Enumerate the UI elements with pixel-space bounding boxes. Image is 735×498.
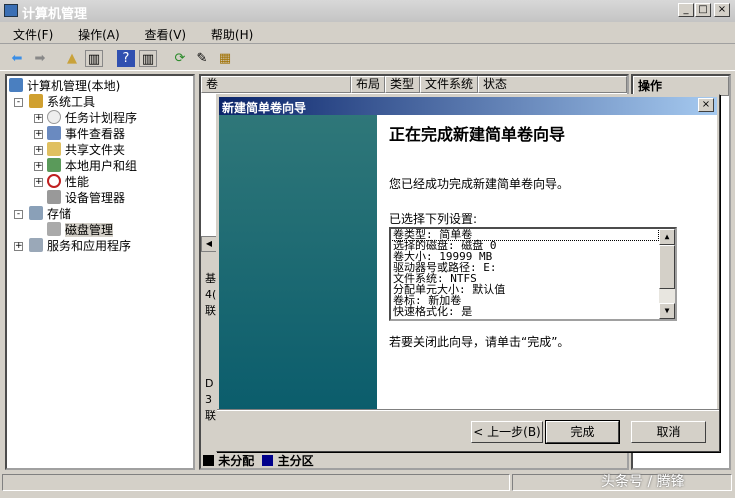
watermark: 头条号 / 腾锋 [512,474,732,491]
performance-icon [47,174,61,188]
finish-button[interactable]: 完成 [545,420,620,444]
window-title: 计算机管理 [22,7,88,22]
tree-event-viewer[interactable]: 事件查看器 [47,126,125,142]
expand-icon[interactable]: + [34,162,43,171]
menu-bar: 文件(F) 操作(A) 查看(V) 帮助(H) [0,22,735,44]
setting-line: 快速格式化: 是 [393,305,473,318]
refresh-icon[interactable]: ⟳ [171,50,189,67]
menu-help[interactable]: 帮助(H) [198,22,261,43]
col-filesystem[interactable]: 文件系统 [420,76,478,93]
collapse-icon[interactable]: - [14,98,23,107]
properties-icon[interactable]: ✎ [193,50,211,67]
up-folder-icon[interactable]: ▲ [63,50,81,67]
divider [217,409,719,411]
settings-summary-box[interactable]: 卷类型: 简单卷 选择的磁盘: 磁盘 0 卷大小: 19999 MB 驱动器号或… [389,227,677,321]
export-icon[interactable]: ▦ [216,50,234,67]
col-layout[interactable]: 布局 [351,76,385,93]
scroll-up-button[interactable]: ▲ [659,229,675,245]
selected-settings-label: 已选择下列设置: [389,212,478,226]
menu-file[interactable]: 文件(F) [0,22,61,43]
status-panel [2,474,510,491]
show-hide-tree-icon[interactable]: ▥ [85,50,103,67]
tree-pane: 计算机管理(本地) - 系统工具 + 任务计划程序 + 事件查看器 + 共享文件… [5,74,195,470]
tree-device-manager[interactable]: 设备管理器 [47,190,125,206]
disk-icon [47,222,61,236]
tree-root[interactable]: 计算机管理(本地) [9,78,120,94]
dialog-title-bar: 新建简单卷向导 × [219,97,717,115]
wizard-content: 正在完成新建简单卷向导 您已经成功完成新建简单卷向导。 已选择下列设置: 卷类型… [377,115,717,409]
tree-performance[interactable]: 性能 [47,174,89,190]
wizard-banner [219,115,377,409]
collapse-icon[interactable]: - [14,210,23,219]
col-volume[interactable]: 卷 [201,76,351,93]
cancel-button[interactable]: 取消 [631,421,706,443]
users-icon [47,158,61,172]
toolbar: ⬅ ➡ ▲ ▥ ? ▥ ⟳ ✎ ▦ [0,45,735,71]
storage-icon [29,206,43,220]
shared-folder-icon [47,142,61,156]
show-hide-action-icon[interactable]: ▥ [139,50,157,67]
status-bar: 头条号 / 腾锋 [0,472,735,492]
menu-view[interactable]: 查看(V) [132,22,195,43]
expand-icon[interactable]: + [34,178,43,187]
completed-text: 您已经成功完成新建简单卷向导。 [389,177,570,191]
scroll-down-button[interactable]: ▼ [659,303,675,319]
expand-icon[interactable]: + [34,130,43,139]
new-simple-volume-wizard: 新建简单卷向导 × 正在完成新建简单卷向导 您已经成功完成新建简单卷向导。 已选… [216,94,720,452]
unallocated-swatch [203,455,214,466]
tree-shared-folders[interactable]: 共享文件夹 [47,142,125,158]
tree-services-apps[interactable]: 服务和应用程序 [29,238,131,254]
actions-header: 操作 [633,76,729,96]
close-hint: 若要关闭此向导，请单击“完成”。 [389,335,570,349]
back-icon[interactable]: ⬅ [8,50,26,67]
primary-swatch [262,455,274,466]
dialog-title: 新建简单卷向导 [222,101,307,115]
expand-icon[interactable]: + [14,242,23,251]
dialog-close-button[interactable]: × [698,98,714,112]
legend: 未分配 主分区 [203,452,314,468]
col-type[interactable]: 类型 [385,76,420,93]
clock-icon [47,110,61,124]
device-manager-icon [47,190,61,204]
scroll-thumb[interactable] [659,245,675,289]
computer-management-icon [4,4,18,17]
back-button[interactable]: < 上一步(B) [471,421,543,443]
help-icon[interactable]: ? [117,50,135,67]
col-status[interactable]: 状态 [478,76,627,93]
wizard-heading: 正在完成新建简单卷向导 [389,125,566,144]
computer-icon [9,78,23,92]
vertical-scrollbar[interactable]: ▲ ▼ [659,229,675,319]
tree-system-tools[interactable]: 系统工具 [29,94,95,110]
forward-icon[interactable]: ➡ [31,50,49,67]
scroll-left-button[interactable]: ◀ [201,236,217,252]
tree-storage[interactable]: 存储 [29,206,71,222]
event-viewer-icon [47,126,61,140]
expand-icon[interactable]: + [34,146,43,155]
tools-icon [29,94,43,108]
minimize-button[interactable]: _ [678,3,694,17]
title-bar: 计算机管理 _ □ × [0,0,735,22]
tree-disk-management[interactable]: 磁盘管理 [47,222,114,238]
tree-local-users[interactable]: 本地用户和组 [47,158,137,174]
close-button[interactable]: × [714,3,730,17]
services-icon [29,238,43,252]
maximize-button[interactable]: □ [695,3,711,17]
expand-icon[interactable]: + [34,114,43,123]
tree-task-scheduler[interactable]: 任务计划程序 [47,110,137,126]
menu-action[interactable]: 操作(A) [65,22,128,43]
